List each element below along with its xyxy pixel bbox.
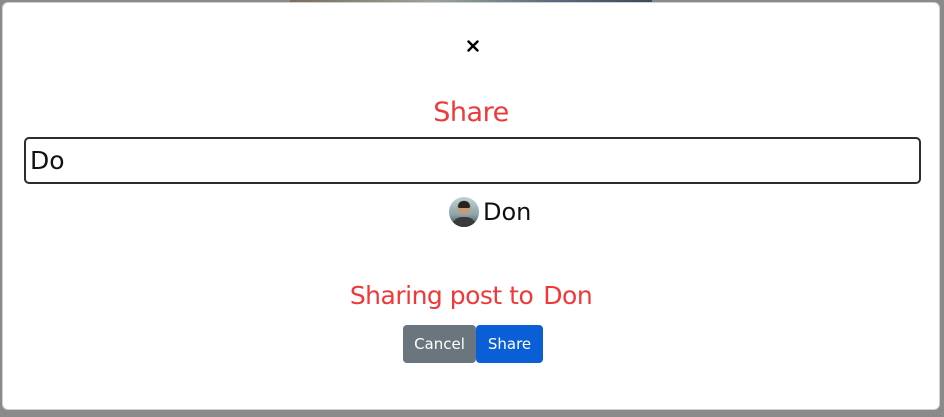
sharing-status-prefix: Sharing post to — [349, 281, 534, 310]
sharing-status-recipient: Don — [543, 281, 593, 310]
close-button[interactable] — [463, 36, 483, 56]
modal-title: Share — [433, 97, 509, 128]
search-result-name: Don — [483, 198, 532, 226]
share-button[interactable]: Share — [476, 325, 543, 363]
search-result-item[interactable]: Don — [449, 195, 531, 229]
close-icon — [467, 40, 479, 52]
user-avatar — [449, 197, 479, 227]
user-search-input[interactable] — [24, 137, 921, 184]
cancel-button[interactable]: Cancel — [403, 325, 476, 363]
sharing-status: Sharing post to Don — [3, 279, 939, 313]
share-modal: Share Don Sharing post to Don Cancel Shar… — [2, 2, 940, 410]
